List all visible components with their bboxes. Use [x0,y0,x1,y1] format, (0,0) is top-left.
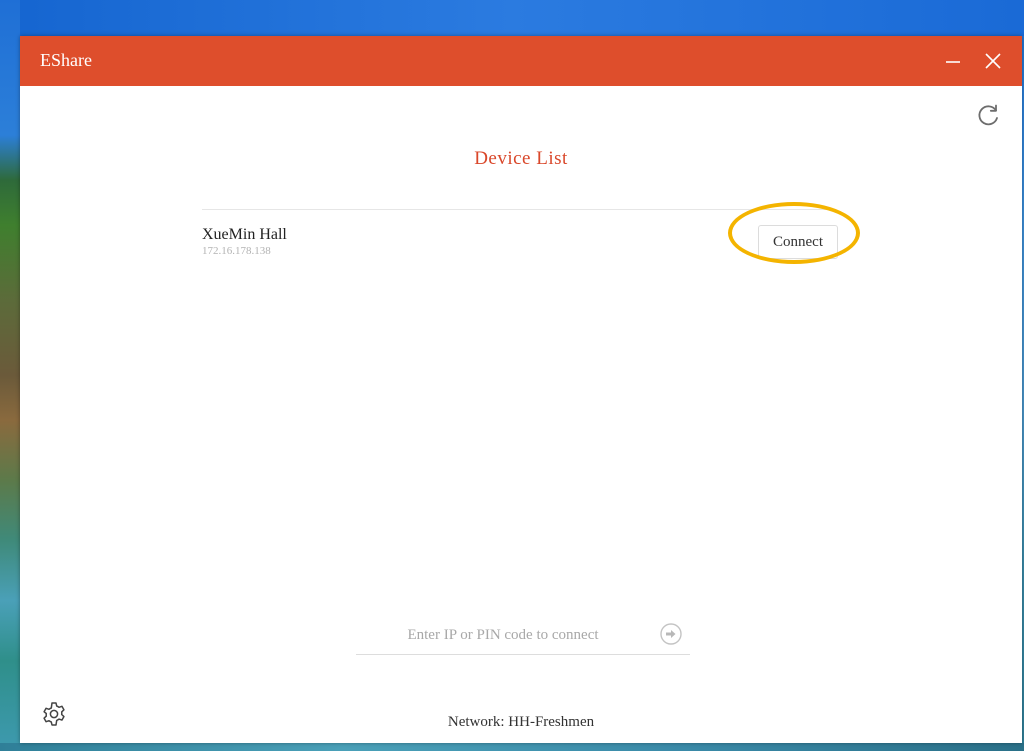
minimize-icon [946,61,960,63]
ip-pin-connect-bar [356,614,690,655]
title-bar[interactable]: EShare [20,36,1022,86]
device-name: XueMin Hall [202,226,287,243]
device-list-item[interactable]: XueMin Hall 172.16.178.138 Connect [202,214,842,264]
device-list-title: Device List [474,148,568,169]
desktop-background-top [0,0,1024,36]
refresh-button[interactable] [970,98,1006,134]
close-button[interactable] [976,46,1010,76]
ip-pin-input[interactable] [356,620,650,650]
minimize-button[interactable] [936,46,970,76]
arrow-right-circle-icon [660,623,682,645]
refresh-icon [978,104,998,126]
network-status: Network: HH-Freshmen [447,714,595,730]
close-icon [985,53,1001,69]
desktop-background-left [0,0,20,751]
go-connect-button[interactable] [658,621,684,647]
connect-button[interactable]: Connect [758,225,838,259]
list-divider [202,209,828,210]
eshare-window: EShare Device List XueMin Hall 172.16.17… [20,36,1022,743]
app-title: EShare [40,50,92,70]
desktop-background-bottom [0,743,1024,751]
device-ip: 172.16.178.138 [202,245,271,257]
